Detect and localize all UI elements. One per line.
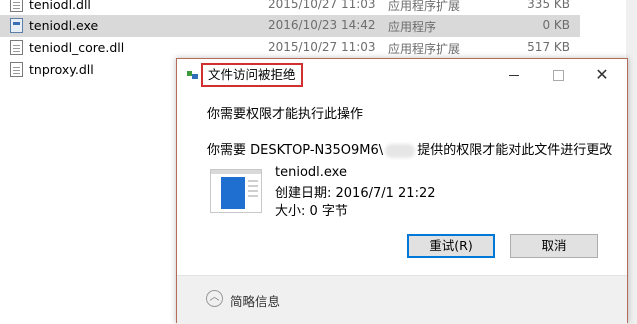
file-name: tnproxy.dll — [29, 62, 94, 77]
dialog-titlebar[interactable]: 文件访问被拒绝 ✕ — [177, 59, 627, 91]
file-name: teniodl_core.dll — [29, 40, 125, 55]
file-info-name: teniodl.exe — [275, 165, 347, 180]
file-size: 517 KB — [527, 40, 570, 54]
fewer-details-toggle[interactable]: 简略信息 — [230, 291, 280, 310]
file-name: teniodl.exe — [29, 18, 99, 33]
file-move-icon — [187, 69, 198, 80]
file-info-created: 创建日期: 2016/7/1 21:22 — [275, 186, 436, 201]
file-name: teniodl.dll — [29, 0, 91, 12]
dll-file-icon — [10, 62, 23, 77]
dll-file-icon — [10, 0, 23, 12]
minimize-icon — [509, 74, 519, 76]
chevron-up-icon[interactable]: ︿ — [206, 290, 223, 307]
file-type: 应用程序扩展 — [388, 42, 461, 56]
cancel-button[interactable]: 取消 — [510, 234, 598, 258]
file-thumbnail-icon — [210, 169, 262, 213]
file-row[interactable]: tnproxy.dll — [0, 59, 170, 81]
file-row-selected[interactable]: teniodl.exe 2016/10/23 14:42 应用程序 0 KB — [0, 15, 580, 37]
file-date: 2016/10/23 14:42 — [268, 18, 376, 32]
redacted-username — [385, 143, 416, 158]
file-size: 0 KB — [542, 18, 570, 32]
file-row[interactable]: teniodl.dll 2015/10/27 11:03 应用程序扩展 335 … — [0, 0, 580, 16]
file-info-size: 大小: 0 字节 — [275, 204, 348, 219]
maximize-icon — [552, 69, 564, 81]
access-denied-dialog: 文件访问被拒绝 ✕ 你需要权限才能执行此操作 你需要 DESKTOP-N35O9… — [176, 58, 628, 324]
dialog-footer: ︿ 简略信息 — [177, 275, 627, 324]
permission-detail-suffix: 提供的权限才能对此文件进行更改 — [417, 143, 613, 158]
file-type: 应用程序扩展 — [388, 0, 461, 13]
minimize-button[interactable] — [497, 64, 531, 86]
permission-message: 你需要权限才能执行此操作 — [207, 107, 364, 122]
file-size: 335 KB — [527, 0, 570, 11]
file-type: 应用程序 — [388, 20, 437, 34]
retry-button[interactable]: 重试(R) — [407, 234, 495, 258]
file-date: 2015/10/27 11:03 — [268, 40, 376, 54]
permission-detail-prefix: 你需要 DESKTOP-N35O9M6\ — [207, 143, 384, 158]
file-date: 2015/10/27 11:03 — [268, 0, 376, 11]
exe-file-icon — [10, 18, 23, 33]
file-row[interactable]: teniodl_core.dll 2015/10/27 11:03 应用程序扩展… — [0, 37, 580, 59]
close-button[interactable]: ✕ — [585, 64, 619, 86]
permission-detail: 你需要 DESKTOP-N35O9M6\ 提供的权限才能对此文件进行更改 — [207, 139, 612, 158]
dialog-title: 文件访问被拒绝 — [201, 63, 303, 87]
dll-file-icon — [10, 40, 23, 55]
maximize-button[interactable] — [541, 64, 575, 86]
